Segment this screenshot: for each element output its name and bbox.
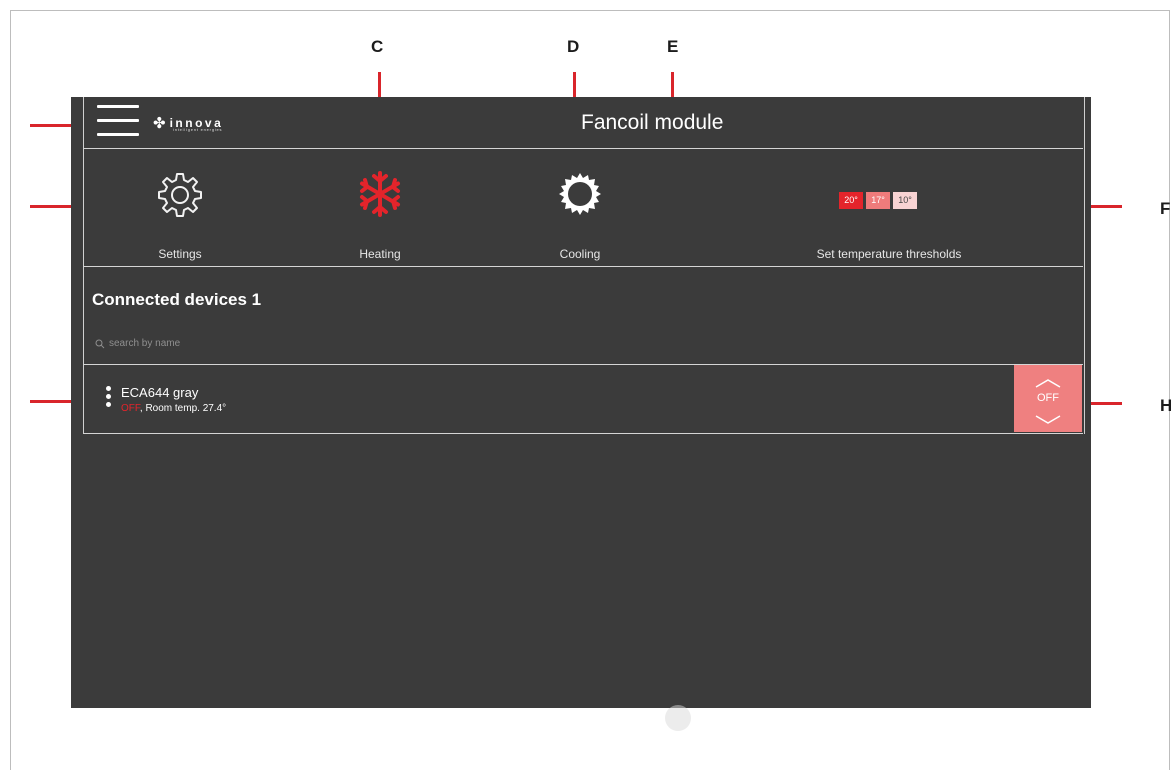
innova-logo: ✤ innova intelligent energies — [153, 113, 223, 133]
device-state: OFF — [121, 403, 140, 414]
threshold-high: 20° — [839, 192, 863, 209]
device-status: OFF, Room temp. 27.4° — [121, 403, 226, 414]
callout-label-h: H — [1160, 396, 1171, 415]
off-button-label: OFF — [1037, 392, 1059, 404]
heating-label: Heating — [359, 247, 401, 261]
gear-icon — [158, 173, 202, 217]
device-options-icon[interactable] — [106, 386, 111, 412]
menu-icon[interactable] — [97, 105, 139, 137]
callout-label-c: C — [371, 37, 384, 56]
callout-label-d: D — [567, 37, 580, 56]
device-divider — [83, 433, 1083, 434]
heating-button[interactable]: Heating — [355, 169, 405, 261]
app-screen: ✤ innova intelligent energies Fancoil mo… — [71, 97, 1091, 708]
sun-icon — [559, 173, 601, 215]
cooling-label: Cooling — [559, 247, 601, 261]
settings-button[interactable]: Settings — [155, 169, 205, 261]
snowflake-icon — [360, 171, 400, 217]
thresholds-label[interactable]: Set temperature thresholds — [799, 247, 979, 261]
callout-label-f: F — [1160, 199, 1171, 218]
logo-tagline: intelligent energies — [173, 127, 223, 132]
search-placeholder: search by name — [109, 338, 181, 349]
threshold-mid: 17° — [866, 192, 890, 209]
device-name: ECA644 gray — [121, 385, 199, 400]
cooling-button[interactable]: Cooling — [555, 169, 605, 261]
device-off-button[interactable]: OFF — [1014, 365, 1082, 432]
connected-devices-heading: Connected devices 1 — [92, 290, 262, 309]
device-room-temp: , Room temp. 27.4° — [139, 403, 227, 414]
search-field[interactable]: search by name — [95, 338, 180, 349]
threshold-low: 10° — [893, 192, 917, 209]
search-icon — [95, 339, 105, 348]
device-row[interactable]: ECA644 gray OFF, Room temp. 27.4° OFF — [83, 365, 1083, 432]
settings-label: Settings — [158, 247, 202, 261]
header-divider — [83, 148, 1083, 149]
temperature-thresholds[interactable]: 20° 17° 10° — [839, 192, 917, 209]
page-title: Fancoil module — [581, 111, 724, 134]
logo-mark-icon: ✤ — [153, 115, 166, 132]
toolbar-divider — [83, 266, 1083, 267]
callout-label-e: E — [667, 37, 679, 56]
